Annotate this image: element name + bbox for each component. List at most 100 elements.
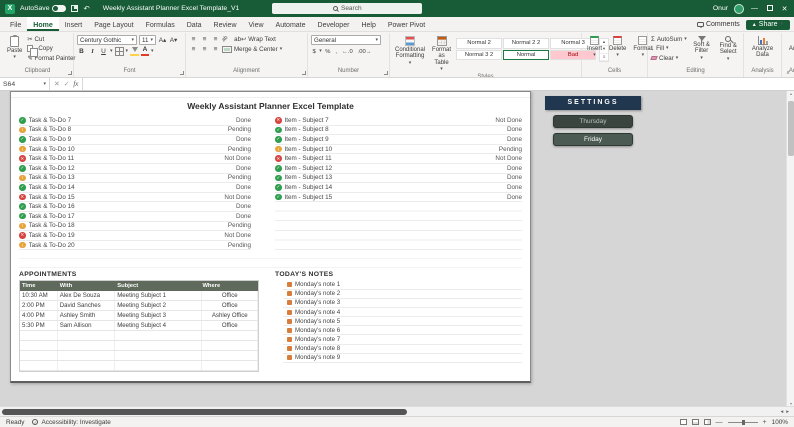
- ribbon-tab[interactable]: Review: [208, 17, 243, 31]
- vertical-scrollbar[interactable]: ▴ ▾: [786, 91, 794, 406]
- task-row[interactable]: ✓ Task & To-Do 17 Done: [19, 212, 251, 222]
- task-row[interactable]: ! Task & To-Do 20 Pending: [19, 241, 251, 251]
- save-icon[interactable]: [71, 5, 78, 12]
- enter-entry-icon[interactable]: ✓: [64, 80, 70, 88]
- item-row[interactable]: ✕ Item - Subject 7 Not Done: [275, 116, 522, 126]
- dialog-launcher-icon[interactable]: [384, 71, 388, 75]
- cell-style-chip[interactable]: Normal: [503, 50, 549, 61]
- toggle-switch-icon[interactable]: [52, 5, 66, 12]
- decrease-decimal-icon[interactable]: .00→: [356, 47, 373, 56]
- bold-button[interactable]: B: [77, 47, 86, 56]
- note-row[interactable]: Monday's note 7: [283, 335, 522, 344]
- scroll-right-icon[interactable]: ▸: [786, 409, 789, 415]
- item-row[interactable]: ✓ Item - Subject 8 Done: [275, 126, 522, 136]
- sort-filter-button[interactable]: Sort & Filter ▾: [690, 35, 714, 62]
- paste-button[interactable]: Paste ▾: [5, 35, 24, 61]
- task-row[interactable]: ! Task & To-Do 13 Pending: [19, 174, 251, 184]
- scroll-down-icon[interactable]: ▾: [787, 401, 794, 406]
- autosum-button[interactable]: Σ AutoSum ▾: [651, 35, 687, 43]
- page-layout-view-button[interactable]: [692, 419, 699, 425]
- appointment-row[interactable]: 4:00 PM Ashley Smith Meeting Subject 3 A…: [20, 311, 258, 321]
- share-button[interactable]: ▴ Share ▾: [746, 20, 790, 30]
- empty-row[interactable]: [20, 341, 258, 351]
- vertical-scroll-thumb[interactable]: [788, 101, 794, 156]
- italic-button[interactable]: I: [88, 47, 97, 56]
- ribbon-tab[interactable]: Insert: [59, 17, 89, 31]
- increase-decimal-icon[interactable]: ←.0: [341, 47, 355, 56]
- undo-icon[interactable]: ↶: [83, 4, 89, 13]
- collapse-ribbon-icon[interactable]: ∧: [786, 70, 790, 76]
- settings-day-button[interactable]: Friday: [553, 133, 633, 146]
- appointment-row[interactable]: 10:30 AM Alex De Souza Meeting Subject 1…: [20, 291, 258, 301]
- cell-style-chip[interactable]: Normal 3 2: [456, 50, 502, 61]
- note-row[interactable]: Monday's note 3: [283, 299, 522, 308]
- appointment-row[interactable]: 2:00 PM David Sanches Meeting Subject 2 …: [20, 301, 258, 311]
- chevron-down-icon[interactable]: ▾: [151, 49, 154, 54]
- underline-button[interactable]: U: [99, 47, 108, 56]
- ribbon-tab[interactable]: File: [4, 17, 27, 31]
- grow-font-icon[interactable]: A▴: [158, 36, 167, 45]
- ribbon-tab[interactable]: Data: [181, 17, 208, 31]
- fill-button[interactable]: ↓ Fill ▾: [651, 45, 687, 53]
- item-row[interactable]: ✓ Item - Subject 12 Done: [275, 164, 522, 174]
- note-row[interactable]: Monday's note 9: [283, 354, 522, 363]
- ribbon-tab[interactable]: Formulas: [140, 17, 181, 31]
- note-row[interactable]: Monday's note 8: [283, 345, 522, 354]
- merge-center-icon[interactable]: [222, 46, 232, 53]
- item-row[interactable]: ✓ Item - Subject 15 Done: [275, 193, 522, 203]
- task-row[interactable]: ✓ Task & To-Do 12 Done: [19, 164, 251, 174]
- cell-style-chip[interactable]: Normal 2 2: [503, 38, 549, 49]
- task-row[interactable]: ! Task & To-Do 10 Pending: [19, 145, 251, 155]
- cell-style-chip[interactable]: Normal 2: [456, 38, 502, 49]
- task-row[interactable]: ! Task & To-Do 18 Pending: [19, 222, 251, 232]
- insert-function-icon[interactable]: fx: [73, 81, 78, 88]
- item-row[interactable]: ! Item - Subject 10 Pending: [275, 145, 522, 155]
- dialog-launcher-icon[interactable]: [68, 71, 72, 75]
- ribbon-tab[interactable]: Automate: [270, 17, 312, 31]
- find-select-button[interactable]: Find & Select ▾: [716, 35, 740, 63]
- zoom-level[interactable]: 100%: [772, 419, 788, 426]
- item-row[interactable]: ✕ Item - Subject 11 Not Done: [275, 154, 522, 164]
- fill-color-icon[interactable]: [130, 47, 139, 56]
- ribbon-tab[interactable]: Help: [355, 17, 381, 31]
- ribbon-tab[interactable]: View: [243, 17, 270, 31]
- ribbon-tab[interactable]: Page Layout: [88, 17, 139, 31]
- note-row[interactable]: Monday's note 4: [283, 308, 522, 317]
- empty-row[interactable]: [20, 331, 258, 341]
- horizontal-scrollbar[interactable]: ◂ ▸: [0, 406, 794, 416]
- comma-style-icon[interactable]: ,: [334, 47, 339, 56]
- chevron-down-icon[interactable]: ▾: [110, 49, 113, 54]
- empty-row[interactable]: [20, 361, 258, 371]
- avatar[interactable]: [734, 4, 744, 14]
- ribbon-tab[interactable]: Developer: [312, 17, 356, 31]
- wrap-text-button[interactable]: ab↩ Wrap Text: [234, 35, 276, 43]
- insert-cells-button[interactable]: Insert ▾: [585, 35, 604, 59]
- accessibility-status[interactable]: ✓ Accessibility: Investigate: [32, 419, 110, 426]
- maximize-button[interactable]: [765, 5, 774, 13]
- item-row[interactable]: ✓ Item - Subject 13 Done: [275, 174, 522, 184]
- dialog-launcher-icon[interactable]: [180, 71, 184, 75]
- normal-view-button[interactable]: [680, 419, 687, 425]
- settings-day-button[interactable]: Thursday: [553, 115, 633, 128]
- borders-icon[interactable]: [115, 47, 124, 56]
- zoom-slider[interactable]: [728, 422, 758, 423]
- align-left-icon[interactable]: ≡: [189, 46, 198, 53]
- shrink-font-icon[interactable]: A▾: [169, 36, 178, 45]
- zoom-out-button[interactable]: —: [716, 419, 723, 426]
- scroll-left-icon[interactable]: ◂: [780, 409, 783, 415]
- align-top-icon[interactable]: ≡: [189, 36, 198, 43]
- task-row[interactable]: ! Task & To-Do 8 Pending: [19, 126, 251, 136]
- close-button[interactable]: ✕: [780, 5, 789, 13]
- horizontal-scroll-thumb[interactable]: [2, 409, 407, 415]
- clear-button[interactable]: Clear ▾: [651, 54, 687, 62]
- addins-button[interactable]: Add-ins: [787, 35, 794, 53]
- align-right-icon[interactable]: ≡: [211, 46, 220, 53]
- align-bottom-icon[interactable]: ≡: [211, 36, 220, 43]
- item-row[interactable]: ✓ Item - Subject 14 Done: [275, 183, 522, 193]
- chevron-down-icon[interactable]: ▾: [126, 49, 129, 54]
- conditional-formatting-button[interactable]: Conditional Formatting ▾: [393, 35, 427, 67]
- orientation-icon[interactable]: ab: [221, 35, 230, 44]
- font-size-combo[interactable]: 11▾: [139, 35, 156, 45]
- page-break-view-button[interactable]: [704, 419, 711, 425]
- task-row[interactable]: ✓ Task & To-Do 9 Done: [19, 135, 251, 145]
